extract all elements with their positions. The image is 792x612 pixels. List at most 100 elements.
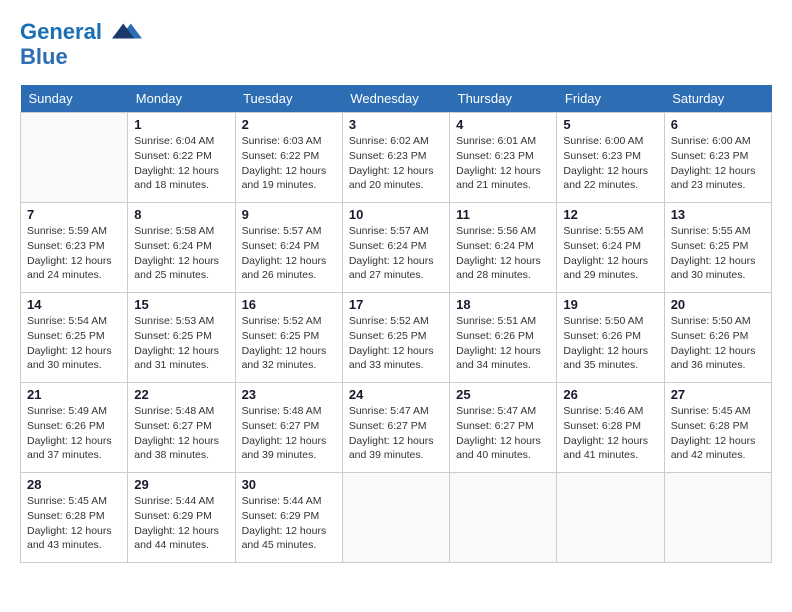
calendar-cell <box>450 473 557 563</box>
calendar-cell <box>557 473 664 563</box>
day-number: 22 <box>134 387 228 402</box>
day-number: 30 <box>242 477 336 492</box>
day-number: 8 <box>134 207 228 222</box>
calendar-cell: 2 Sunrise: 6:03 AMSunset: 6:22 PMDaylight… <box>235 113 342 203</box>
day-number: 11 <box>456 207 550 222</box>
week-row-5: 28 Sunrise: 5:45 AMSunset: 6:28 PMDayligh… <box>21 473 772 563</box>
calendar-cell: 27 Sunrise: 5:45 AMSunset: 6:28 PMDayligh… <box>664 383 771 473</box>
calendar-cell: 14 Sunrise: 5:54 AMSunset: 6:25 PMDayligh… <box>21 293 128 383</box>
logo-text2: Blue <box>20 45 142 69</box>
calendar-cell: 24 Sunrise: 5:47 AMSunset: 6:27 PMDayligh… <box>342 383 449 473</box>
calendar-cell: 17Sunrise: 5:52 AMSunset: 6:25 PMDayligh… <box>342 293 449 383</box>
day-info: Sunrise: 6:00 AMSunset: 6:23 PMDaylight:… <box>671 134 765 193</box>
weekday-header-sunday: Sunday <box>21 85 128 113</box>
day-info: Sunrise: 5:47 AMSunset: 6:27 PMDaylight:… <box>349 404 443 463</box>
day-number: 29 <box>134 477 228 492</box>
calendar-cell: 12 Sunrise: 5:55 AMSunset: 6:24 PMDayligh… <box>557 203 664 293</box>
calendar-cell <box>342 473 449 563</box>
day-number: 9 <box>242 207 336 222</box>
day-info: Sunrise: 5:46 AMSunset: 6:28 PMDaylight:… <box>563 404 657 463</box>
day-number: 7 <box>27 207 121 222</box>
page-header: General Blue <box>20 20 772 69</box>
day-number: 6 <box>671 117 765 132</box>
day-number: 17 <box>349 297 443 312</box>
calendar-cell <box>664 473 771 563</box>
day-info: Sunrise: 6:03 AMSunset: 6:22 PMDaylight:… <box>242 134 336 193</box>
day-number: 4 <box>456 117 550 132</box>
weekday-header-monday: Monday <box>128 85 235 113</box>
day-info: Sunrise: 5:57 AMSunset: 6:24 PMDaylight:… <box>242 224 336 283</box>
day-number: 10 <box>349 207 443 222</box>
day-number: 20 <box>671 297 765 312</box>
day-info: Sunrise: 5:45 AMSunset: 6:28 PMDaylight:… <box>671 404 765 463</box>
day-number: 21 <box>27 387 121 402</box>
week-row-1: 1 Sunrise: 6:04 AMSunset: 6:22 PMDaylight… <box>21 113 772 203</box>
calendar-cell: 19 Sunrise: 5:50 AMSunset: 6:26 PMDayligh… <box>557 293 664 383</box>
day-number: 23 <box>242 387 336 402</box>
day-number: 24 <box>349 387 443 402</box>
day-info: Sunrise: 5:50 AMSunset: 6:26 PMDaylight:… <box>563 314 657 373</box>
calendar-cell: 25Sunrise: 5:47 AMSunset: 6:27 PMDayligh… <box>450 383 557 473</box>
day-number: 18 <box>456 297 550 312</box>
calendar-cell: 30 Sunrise: 5:44 AMSunset: 6:29 PMDayligh… <box>235 473 342 563</box>
calendar-cell: 26 Sunrise: 5:46 AMSunset: 6:28 PMDayligh… <box>557 383 664 473</box>
calendar-cell: 7 Sunrise: 5:59 AMSunset: 6:23 PMDaylight… <box>21 203 128 293</box>
day-number: 5 <box>563 117 657 132</box>
day-number: 26 <box>563 387 657 402</box>
day-number: 12 <box>563 207 657 222</box>
day-info: Sunrise: 5:48 AMSunset: 6:27 PMDaylight:… <box>134 404 228 463</box>
day-info: Sunrise: 5:57 AMSunset: 6:24 PMDaylight:… <box>349 224 443 283</box>
week-row-4: 21 Sunrise: 5:49 AMSunset: 6:26 PMDayligh… <box>21 383 772 473</box>
day-info: Sunrise: 6:01 AMSunset: 6:23 PMDaylight:… <box>456 134 550 193</box>
calendar-cell: 8 Sunrise: 5:58 AMSunset: 6:24 PMDaylight… <box>128 203 235 293</box>
calendar-cell: 22 Sunrise: 5:48 AMSunset: 6:27 PMDayligh… <box>128 383 235 473</box>
day-info: Sunrise: 5:54 AMSunset: 6:25 PMDaylight:… <box>27 314 121 373</box>
calendar-table: SundayMondayTuesdayWednesdayThursdayFrid… <box>20 85 772 563</box>
logo: General Blue <box>20 20 142 69</box>
day-info: Sunrise: 5:45 AMSunset: 6:28 PMDaylight:… <box>27 494 121 553</box>
calendar-cell: 18 Sunrise: 5:51 AMSunset: 6:26 PMDayligh… <box>450 293 557 383</box>
day-info: Sunrise: 6:04 AMSunset: 6:22 PMDaylight:… <box>134 134 228 193</box>
day-number: 19 <box>563 297 657 312</box>
calendar-cell: 23 Sunrise: 5:48 AMSunset: 6:27 PMDayligh… <box>235 383 342 473</box>
day-number: 27 <box>671 387 765 402</box>
day-info: Sunrise: 5:55 AMSunset: 6:24 PMDaylight:… <box>563 224 657 283</box>
calendar-cell: 13 Sunrise: 5:55 AMSunset: 6:25 PMDayligh… <box>664 203 771 293</box>
day-info: Sunrise: 5:49 AMSunset: 6:26 PMDaylight:… <box>27 404 121 463</box>
day-info: Sunrise: 5:51 AMSunset: 6:26 PMDaylight:… <box>456 314 550 373</box>
calendar-cell: 29 Sunrise: 5:44 AMSunset: 6:29 PMDayligh… <box>128 473 235 563</box>
weekday-header-thursday: Thursday <box>450 85 557 113</box>
day-number: 16 <box>242 297 336 312</box>
day-info: Sunrise: 5:55 AMSunset: 6:25 PMDaylight:… <box>671 224 765 283</box>
weekday-header-wednesday: Wednesday <box>342 85 449 113</box>
day-number: 15 <box>134 297 228 312</box>
day-number: 28 <box>27 477 121 492</box>
day-number: 1 <box>134 117 228 132</box>
day-info: Sunrise: 5:58 AMSunset: 6:24 PMDaylight:… <box>134 224 228 283</box>
day-number: 2 <box>242 117 336 132</box>
calendar-cell: 10 Sunrise: 5:57 AMSunset: 6:24 PMDayligh… <box>342 203 449 293</box>
weekday-header-tuesday: Tuesday <box>235 85 342 113</box>
calendar-cell: 11 Sunrise: 5:56 AMSunset: 6:24 PMDayligh… <box>450 203 557 293</box>
day-info: Sunrise: 6:02 AMSunset: 6:23 PMDaylight:… <box>349 134 443 193</box>
day-info: Sunrise: 5:52 AMSunset: 6:25 PMDaylight:… <box>242 314 336 373</box>
week-row-3: 14 Sunrise: 5:54 AMSunset: 6:25 PMDayligh… <box>21 293 772 383</box>
logo-text: General <box>20 20 142 45</box>
weekday-header-saturday: Saturday <box>664 85 771 113</box>
day-info: Sunrise: 5:50 AMSunset: 6:26 PMDaylight:… <box>671 314 765 373</box>
day-info: Sunrise: 5:44 AMSunset: 6:29 PMDaylight:… <box>242 494 336 553</box>
day-info: Sunrise: 6:00 AMSunset: 6:23 PMDaylight:… <box>563 134 657 193</box>
day-info: Sunrise: 5:53 AMSunset: 6:25 PMDaylight:… <box>134 314 228 373</box>
day-number: 13 <box>671 207 765 222</box>
day-info: Sunrise: 5:56 AMSunset: 6:24 PMDaylight:… <box>456 224 550 283</box>
day-info: Sunrise: 5:48 AMSunset: 6:27 PMDaylight:… <box>242 404 336 463</box>
calendar-cell: 16 Sunrise: 5:52 AMSunset: 6:25 PMDayligh… <box>235 293 342 383</box>
calendar-cell <box>21 113 128 203</box>
day-info: Sunrise: 5:59 AMSunset: 6:23 PMDaylight:… <box>27 224 121 283</box>
calendar-cell: 1 Sunrise: 6:04 AMSunset: 6:22 PMDaylight… <box>128 113 235 203</box>
calendar-cell: 15 Sunrise: 5:53 AMSunset: 6:25 PMDayligh… <box>128 293 235 383</box>
day-number: 14 <box>27 297 121 312</box>
day-info: Sunrise: 5:44 AMSunset: 6:29 PMDaylight:… <box>134 494 228 553</box>
calendar-cell: 3Sunrise: 6:02 AMSunset: 6:23 PMDaylight… <box>342 113 449 203</box>
day-info: Sunrise: 5:47 AMSunset: 6:27 PMDaylight:… <box>456 404 550 463</box>
